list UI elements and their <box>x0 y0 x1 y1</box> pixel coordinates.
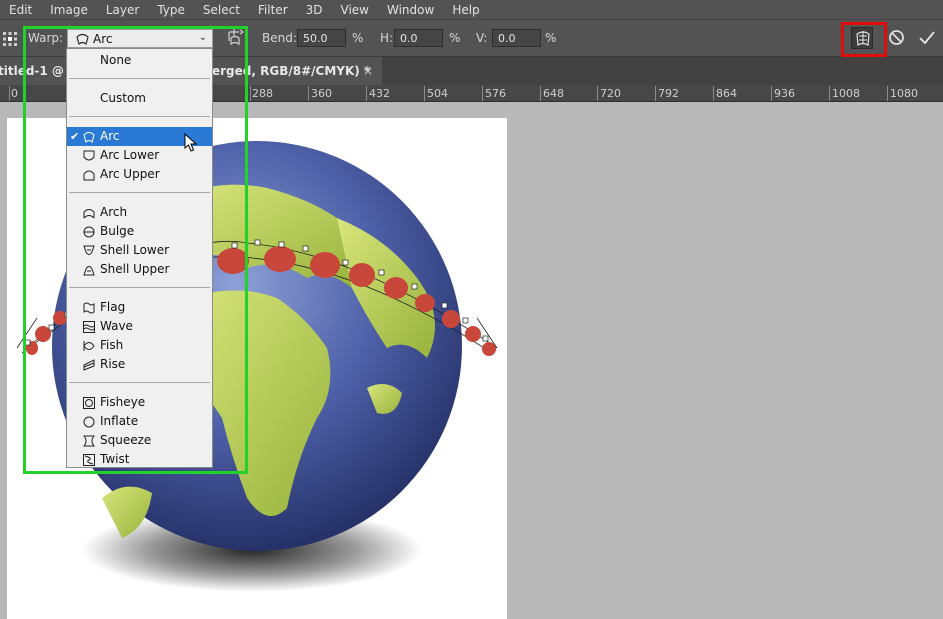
ruler-label: 864 <box>716 87 737 100</box>
bend-label: Bend: <box>262 31 297 45</box>
v-unit: % <box>545 31 557 45</box>
ruler-label: 1008 <box>832 87 860 100</box>
ruler-tick <box>250 86 251 101</box>
ruler-label: 720 <box>600 87 621 100</box>
menu-3d[interactable]: 3D <box>297 3 332 17</box>
menu-type[interactable]: Type <box>148 3 194 17</box>
ruler-tick <box>424 86 425 101</box>
menu-edit[interactable]: Edit <box>0 3 41 17</box>
ruler-label: 936 <box>774 87 795 100</box>
menu-bar: Edit Image Layer Type Select Filter 3D V… <box>0 0 943 19</box>
ruler-label: 0 <box>11 87 18 100</box>
bend-unit: % <box>352 31 364 45</box>
ruler-tick <box>597 86 598 101</box>
commit-transform-icon[interactable] <box>918 29 936 46</box>
v-label: V: <box>476 31 488 45</box>
menu-help[interactable]: Help <box>443 3 488 17</box>
menu-filter[interactable]: Filter <box>249 3 297 17</box>
highlight-box-warp-menu <box>23 26 248 474</box>
ruler-tick <box>771 86 772 101</box>
ruler-tick <box>9 86 10 101</box>
ruler-label: 504 <box>427 87 448 100</box>
ruler-label: 288 <box>252 87 273 100</box>
vertical-distortion-input[interactable]: 0.0 <box>492 29 541 47</box>
reference-point-icon[interactable] <box>2 31 18 47</box>
h-label: H: <box>380 31 394 45</box>
ruler-label: 1080 <box>890 87 918 100</box>
menu-window[interactable]: Window <box>378 3 443 17</box>
ruler-tick <box>655 86 656 101</box>
ruler-label: 792 <box>658 87 679 100</box>
bend-input[interactable]: 50.0 <box>297 29 346 47</box>
ruler-label: 576 <box>485 87 506 100</box>
ruler-label: 432 <box>369 87 390 100</box>
horizontal-distortion-input[interactable]: 0.0 <box>394 29 443 47</box>
close-tab-icon[interactable]: × <box>363 57 373 85</box>
menu-image[interactable]: Image <box>41 3 97 17</box>
menu-select[interactable]: Select <box>194 3 249 17</box>
menu-view[interactable]: View <box>332 3 378 17</box>
ruler-tick <box>482 86 483 101</box>
ruler-tick <box>366 86 367 101</box>
ruler-tick <box>308 86 309 101</box>
ruler-tick <box>887 86 888 101</box>
ruler-label: 648 <box>543 87 564 100</box>
h-unit: % <box>449 31 461 45</box>
ruler-label: 360 <box>311 87 332 100</box>
ruler-tick <box>829 86 830 101</box>
highlight-box-warp-mode <box>841 22 887 57</box>
menu-layer[interactable]: Layer <box>97 3 148 17</box>
ruler-tick <box>713 86 714 101</box>
ruler-tick <box>540 86 541 101</box>
cancel-transform-icon[interactable] <box>888 29 905 46</box>
